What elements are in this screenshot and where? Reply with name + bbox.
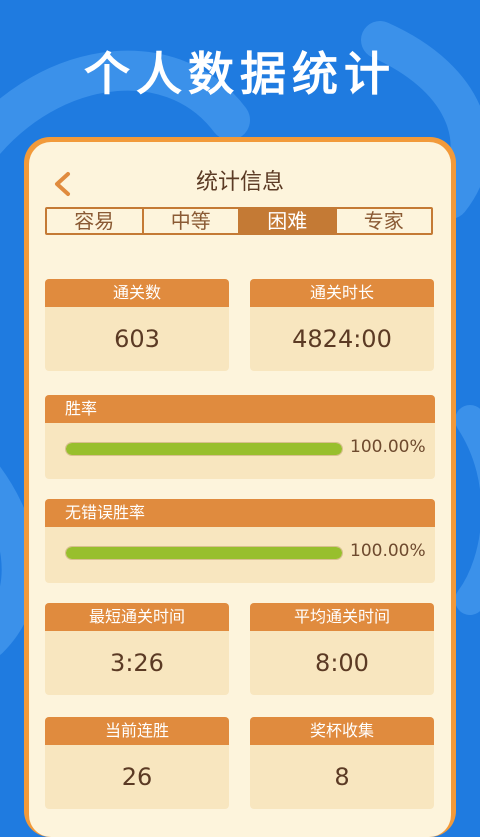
stat-label: 当前连胜 xyxy=(45,717,229,745)
perfect-win-rate-progress-track xyxy=(65,546,343,560)
stat-clear-time: 通关时长 4824:00 xyxy=(250,279,434,371)
stat-average-time: 平均通关时间 8:00 xyxy=(250,603,434,695)
win-rate-panel: 胜率 100.00% xyxy=(45,395,435,479)
card-title: 统计信息 xyxy=(195,170,284,195)
perfect-win-rate-label: 无错误胜率 xyxy=(45,499,435,527)
win-rate-value: 100.00% xyxy=(350,437,426,457)
win-rate-label: 胜率 xyxy=(45,395,435,423)
tab-expert[interactable]: 专家 xyxy=(337,209,432,233)
win-rate-progress-fill xyxy=(66,443,342,455)
perfect-win-rate-progress-fill xyxy=(66,547,342,559)
stat-value: 8:00 xyxy=(315,649,369,677)
stat-label: 奖杯收集 xyxy=(250,717,434,745)
stat-value: 4824:00 xyxy=(292,325,392,353)
stat-clears: 通关数 603 xyxy=(45,279,229,371)
stat-value: 26 xyxy=(121,763,153,791)
tab-hard[interactable]: 困难 xyxy=(240,209,337,233)
stat-trophies: 奖杯收集 8 xyxy=(250,717,434,809)
stats-card: 统计信息 容易 中等 困难 专家 通关数 603 通关时长 4824:00 胜率… xyxy=(24,137,456,837)
page-headline: 个人数据统计 xyxy=(84,47,396,101)
tab-medium[interactable]: 中等 xyxy=(144,209,240,233)
stat-value: 8 xyxy=(334,763,350,791)
stat-label: 通关时长 xyxy=(250,279,434,307)
difficulty-tabs: 容易 中等 困难 专家 xyxy=(45,207,433,235)
stat-value: 603 xyxy=(114,325,160,353)
stat-label: 通关数 xyxy=(45,279,229,307)
win-rate-progress-track xyxy=(65,442,343,456)
perfect-win-rate-value: 100.00% xyxy=(350,541,426,561)
stat-value: 3:26 xyxy=(110,649,164,677)
stat-best-time: 最短通关时间 3:26 xyxy=(45,603,229,695)
stats-card-body: 统计信息 容易 中等 困难 专家 通关数 603 通关时长 4824:00 胜率… xyxy=(29,142,451,837)
stat-label: 平均通关时间 xyxy=(250,603,434,631)
tab-easy[interactable]: 容易 xyxy=(47,209,144,233)
stat-label: 最短通关时间 xyxy=(45,603,229,631)
stat-current-streak: 当前连胜 26 xyxy=(45,717,229,809)
perfect-win-rate-panel: 无错误胜率 100.00% xyxy=(45,499,435,583)
